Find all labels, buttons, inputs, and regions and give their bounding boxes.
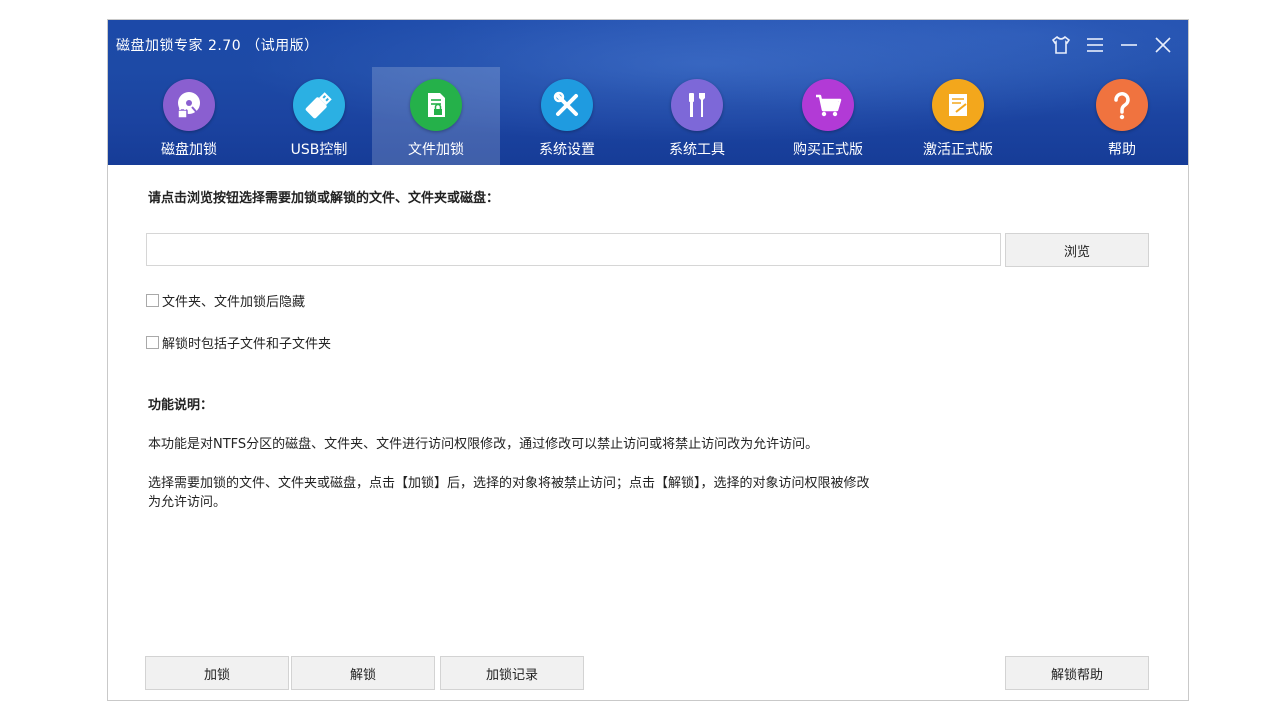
description-paragraph: 选择需要加锁的文件、文件夹或磁盘，点击【加锁】后，选择的对象将被禁止访问；点击【… <box>148 476 870 491</box>
screwdriver-icon <box>671 79 723 131</box>
file-lock-icon <box>410 79 462 131</box>
tools-icon <box>541 79 593 131</box>
path-input[interactable] <box>146 233 1001 266</box>
help-icon <box>1096 79 1148 131</box>
app-window: 磁盘加锁专家 2.70 （试用版） 磁盘加锁 USB控制 文件加锁 系统设置 系… <box>107 19 1189 701</box>
nav-disk-lock[interactable]: 磁盘加锁 <box>125 67 253 165</box>
nav-file-lock[interactable]: 文件加锁 <box>372 67 500 165</box>
section-title: 功能说明： <box>148 398 214 413</box>
cart-icon <box>802 79 854 131</box>
hide-after-lock-option[interactable]: 文件夹、文件加锁后隐藏 <box>146 291 305 310</box>
lock-log-button[interactable]: 加锁记录 <box>440 656 584 690</box>
main-nav: 磁盘加锁 USB控制 文件加锁 系统设置 系统工具 购买正式版 激活正式版 帮助 <box>108 67 1188 165</box>
description-paragraph: 本功能是对NTFS分区的磁盘、文件夹、文件进行访问权限修改，通过修改可以禁止访问… <box>148 437 819 452</box>
nav-label: 帮助 <box>1108 142 1136 158</box>
nav-system-settings[interactable]: 系统设置 <box>503 67 631 165</box>
file-lock-panel: 请点击浏览按钮选择需要加锁或解锁的文件、文件夹或磁盘： 浏览 文件夹、文件加锁后… <box>108 165 1188 702</box>
include-subfiles-label: 解锁时包括子文件和子文件夹 <box>162 337 332 352</box>
nav-label: 磁盘加锁 <box>161 142 217 158</box>
browse-button[interactable]: 浏览 <box>1005 233 1149 267</box>
description-paragraph: 为允许访问。 <box>148 495 227 510</box>
disk-lock-icon <box>163 79 215 131</box>
nav-system-tools[interactable]: 系统工具 <box>633 67 761 165</box>
nav-activate[interactable]: 激活正式版 <box>894 67 1022 165</box>
nav-buy[interactable]: 购买正式版 <box>764 67 892 165</box>
include-subfiles-checkbox[interactable] <box>146 336 159 349</box>
nav-label: 系统工具 <box>669 142 725 158</box>
nav-usb-control[interactable]: USB控制 <box>255 67 383 165</box>
nav-label: USB控制 <box>290 142 348 158</box>
nav-label: 激活正式版 <box>923 142 993 158</box>
hide-after-lock-checkbox[interactable] <box>146 294 159 307</box>
close-icon[interactable] <box>1150 32 1176 58</box>
app-title: 磁盘加锁专家 2.70 （试用版） <box>116 38 319 54</box>
unlock-help-button[interactable]: 解锁帮助 <box>1005 656 1149 690</box>
include-subfiles-option[interactable]: 解锁时包括子文件和子文件夹 <box>146 333 331 352</box>
nav-label: 文件加锁 <box>408 142 464 158</box>
unlock-button[interactable]: 解锁 <box>291 656 435 690</box>
nav-label: 购买正式版 <box>793 142 863 158</box>
menu-icon[interactable] <box>1082 32 1108 58</box>
activate-icon <box>932 79 984 131</box>
skin-icon[interactable] <box>1048 32 1074 58</box>
lock-button[interactable]: 加锁 <box>145 656 289 690</box>
usb-icon <box>293 79 345 131</box>
instruction-text: 请点击浏览按钮选择需要加锁或解锁的文件、文件夹或磁盘： <box>148 191 500 206</box>
title-bar: 磁盘加锁专家 2.70 （试用版） 磁盘加锁 USB控制 文件加锁 系统设置 系… <box>108 20 1188 165</box>
minimize-icon[interactable] <box>1116 32 1142 58</box>
hide-after-lock-label: 文件夹、文件加锁后隐藏 <box>162 295 306 310</box>
window-controls <box>1048 32 1176 58</box>
nav-label: 系统设置 <box>539 142 595 158</box>
nav-help[interactable]: 帮助 <box>1058 67 1186 165</box>
